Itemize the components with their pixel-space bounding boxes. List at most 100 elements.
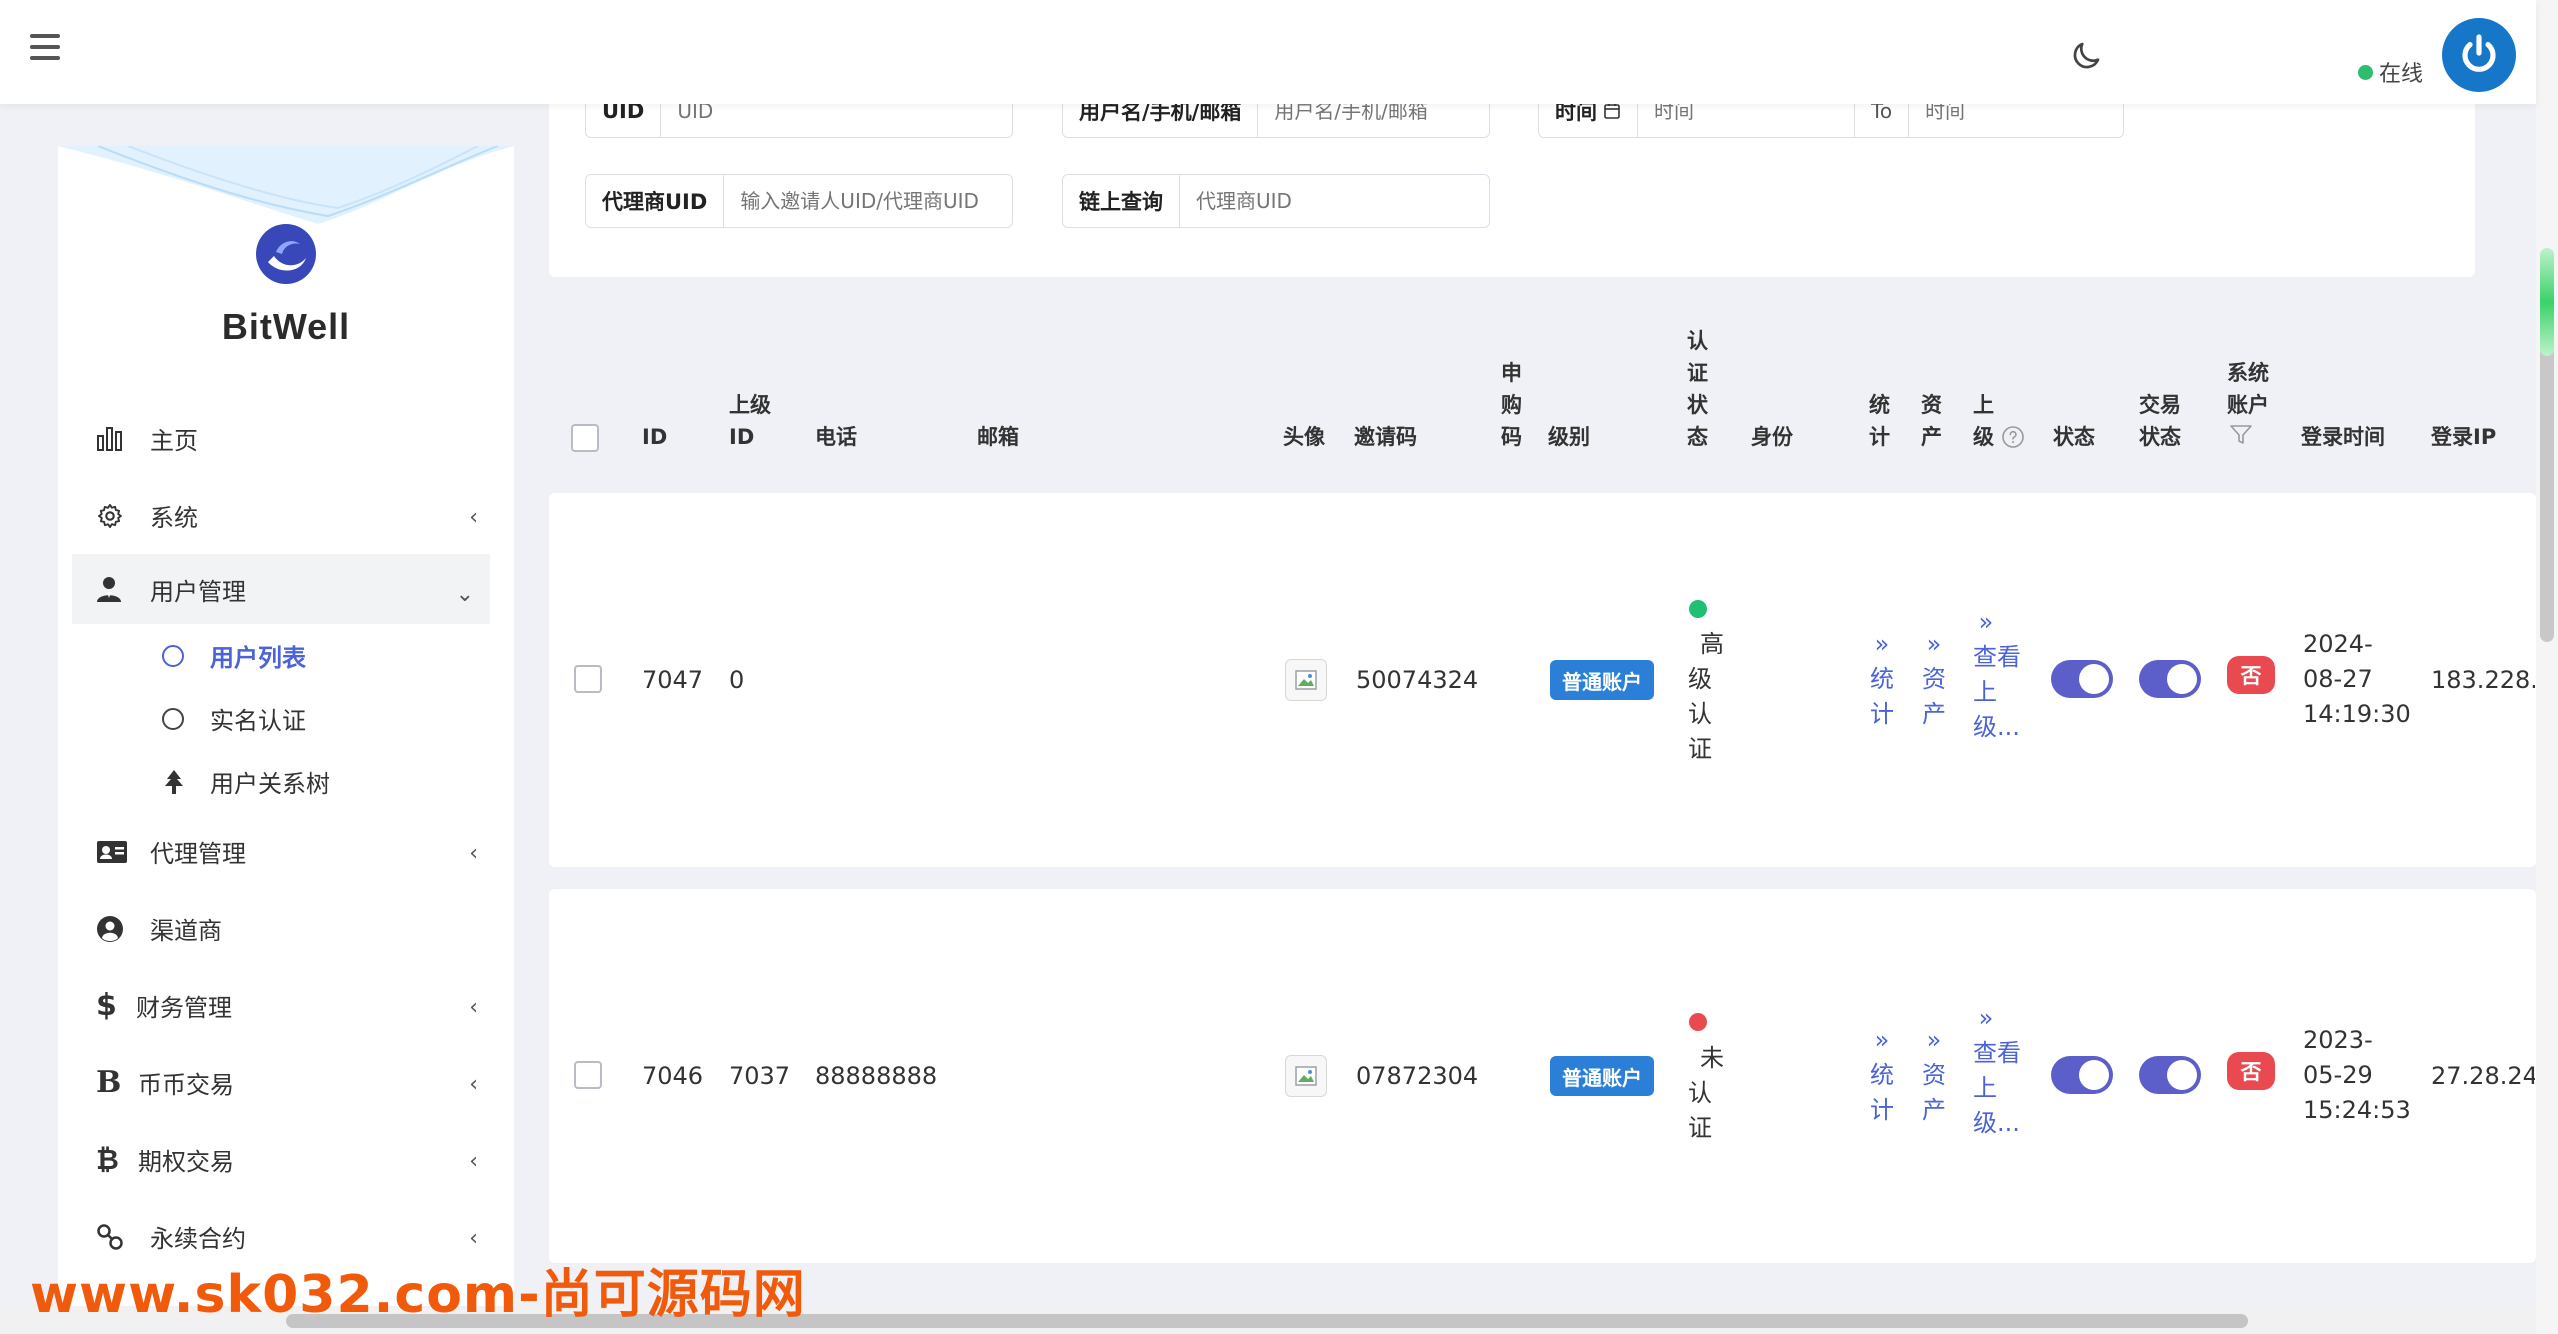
sidebar-item-label: 代理管理 <box>150 840 246 868</box>
col-auth-1: 认 <box>1687 329 1708 353</box>
chain-filter: 链上查询 <box>1062 174 1490 228</box>
online-status-label: 在线 <box>2379 62 2424 87</box>
table-row: 7047 0 50074324 普通账户 高 级 认 证 » 统 计 » 资 产… <box>549 493 2536 867</box>
brand-name: BitWell <box>221 306 351 347</box>
sidebar-menu: 主页 系统 ‹ 用户管理 ⌄ 用户列表 实名认证 用户关系树 代理管理 ‹ 渠道… <box>58 400 514 1275</box>
auth-status-char: 高 <box>1700 630 1724 658</box>
col-parent-2: 级 <box>1973 425 1994 449</box>
toggle-knob <box>2079 1060 2109 1090</box>
level-badge: 普通账户 <box>1550 660 1654 700</box>
col-trade-1: 交易 <box>2139 393 2181 417</box>
parent-link[interactable]: 级... <box>1973 1106 2020 1141</box>
filter-icon[interactable] <box>2229 424 2253 446</box>
sidebar-subitem-user-list[interactable]: 用户列表 <box>58 624 514 687</box>
status-toggle[interactable] <box>2051 660 2113 698</box>
col-email: 邮箱 <box>977 425 1019 449</box>
question-icon[interactable] <box>2001 425 2025 449</box>
bar-chart-icon <box>96 421 136 457</box>
parent-link[interactable]: 上 <box>1973 675 1997 710</box>
calendar-icon <box>1603 102 1621 120</box>
sidebar-subitem-real-name[interactable]: 实名认证 <box>58 687 514 750</box>
assets-link[interactable]: 资 <box>1919 1058 1949 1093</box>
bold-b-icon: B <box>96 1065 122 1100</box>
col-level: 级别 <box>1548 425 1590 449</box>
sidebar-item-label: 渠道商 <box>150 917 222 945</box>
vertical-scrollbar[interactable] <box>2536 0 2558 1334</box>
parent-link-icon[interactable]: » <box>1971 1001 2001 1036</box>
col-auth-4: 态 <box>1687 425 1708 449</box>
trade-status-toggle[interactable] <box>2139 660 2201 698</box>
stats-link[interactable]: 统 <box>1867 662 1897 697</box>
stats-link[interactable]: 计 <box>1867 697 1897 732</box>
col-stats-2: 计 <box>1869 425 1890 449</box>
assets-link[interactable]: 资 <box>1919 662 1949 697</box>
parent-link[interactable]: 上 <box>1973 1071 1997 1106</box>
broken-image-icon <box>1285 659 1327 701</box>
assets-link-icon[interactable]: » <box>1919 627 1949 662</box>
row-checkbox[interactable] <box>574 665 602 693</box>
login-time-clock: 14:19:30 <box>2303 700 2411 728</box>
table-row: 7046 7037 88888888 07872304 普通账户 未 认 证 »… <box>549 889 2536 1263</box>
select-all-checkbox[interactable] <box>571 424 599 452</box>
parent-link[interactable]: 查看 <box>1973 1036 2021 1071</box>
online-dot-icon <box>2358 64 2373 80</box>
agent-uid-label: 代理商UID <box>586 175 725 227</box>
stats-link[interactable]: 统 <box>1867 1058 1897 1093</box>
login-time-clock: 15:24:53 <box>2303 1096 2411 1124</box>
sidebar-item-label: 主页 <box>150 427 198 455</box>
col-parent-1: 上 <box>1973 393 1994 417</box>
sidebar-item-options-trading[interactable]: ₿ 期权交易 ‹ <box>58 1121 514 1198</box>
moon-icon[interactable] <box>2068 38 2104 74</box>
power-icon[interactable] <box>2442 18 2516 92</box>
sidebar-item-channel[interactable]: 渠道商 <box>58 890 514 967</box>
cell-id: 7047 <box>642 666 704 694</box>
sidebar-item-user-management[interactable]: 用户管理 ⌄ <box>72 554 490 624</box>
bitwell-logo-icon <box>254 222 318 286</box>
system-account-badge: 否 <box>2227 1052 2275 1090</box>
sidebar: BitWell 主页 系统 ‹ 用户管理 ⌄ 用户列表 实名认证 用户关系树 代… <box>58 146 514 1334</box>
sidebar-item-system[interactable]: 系统 ‹ <box>58 477 514 554</box>
sidebar-subitem-relation-tree[interactable]: 用户关系树 <box>58 750 514 813</box>
row-checkbox[interactable] <box>574 1061 602 1089</box>
watermark: www.sk032.com-尚可源码网 <box>30 1265 806 1325</box>
auth-status-char: 证 <box>1688 1114 1712 1142</box>
auth-status-char: 级 <box>1688 665 1712 693</box>
bitcoin-icon: ₿ <box>96 1143 119 1176</box>
hamburger-icon[interactable] <box>30 34 60 60</box>
col-identity: 身份 <box>1751 425 1793 449</box>
stats-link-icon[interactable]: » <box>1867 1023 1897 1058</box>
parent-link[interactable]: 查看 <box>1973 640 2021 675</box>
sidebar-subitem-label: 用户关系树 <box>210 770 330 798</box>
scroll-indicator <box>2540 248 2554 356</box>
agent-uid-input[interactable] <box>724 189 1012 213</box>
trade-status-toggle[interactable] <box>2139 1056 2201 1094</box>
gear-icon <box>96 498 136 534</box>
parent-link-icon[interactable]: » <box>1971 605 2001 640</box>
stats-link[interactable]: 计 <box>1867 1093 1897 1128</box>
col-stats-1: 统 <box>1869 393 1890 417</box>
toggle-knob <box>2079 664 2109 694</box>
assets-link[interactable]: 产 <box>1919 697 1949 732</box>
col-apply-2: 购 <box>1501 393 1522 417</box>
login-time-date: 2023- <box>2303 1026 2373 1054</box>
cell-parent-id: 0 <box>729 666 745 694</box>
level-badge: 普通账户 <box>1550 1056 1654 1096</box>
login-time-date: 05-29 <box>2303 1061 2373 1089</box>
sidebar-item-spot-trading[interactable]: B 币币交易 ‹ <box>58 1044 514 1121</box>
sidebar-item-home[interactable]: 主页 <box>58 400 514 477</box>
col-invite: 邀请码 <box>1354 425 1417 449</box>
sidebar-item-label: 永续合约 <box>150 1225 246 1253</box>
login-time-date: 2024- <box>2303 630 2373 658</box>
col-apply-3: 码 <box>1501 425 1522 449</box>
assets-link-icon[interactable]: » <box>1919 1023 1949 1058</box>
stats-link-icon[interactable]: » <box>1867 627 1897 662</box>
parent-link[interactable]: 级... <box>1973 710 2020 745</box>
toggle-knob <box>2167 1060 2197 1090</box>
assets-link[interactable]: 产 <box>1919 1093 1949 1128</box>
chain-input[interactable] <box>1180 189 1489 213</box>
user-circle-icon <box>96 911 136 947</box>
sidebar-item-agent-management[interactable]: 代理管理 ‹ <box>58 813 514 890</box>
sidebar-item-finance[interactable]: $ 财务管理 ‹ <box>58 967 514 1044</box>
status-toggle[interactable] <box>2051 1056 2113 1094</box>
circle-icon <box>162 644 184 667</box>
